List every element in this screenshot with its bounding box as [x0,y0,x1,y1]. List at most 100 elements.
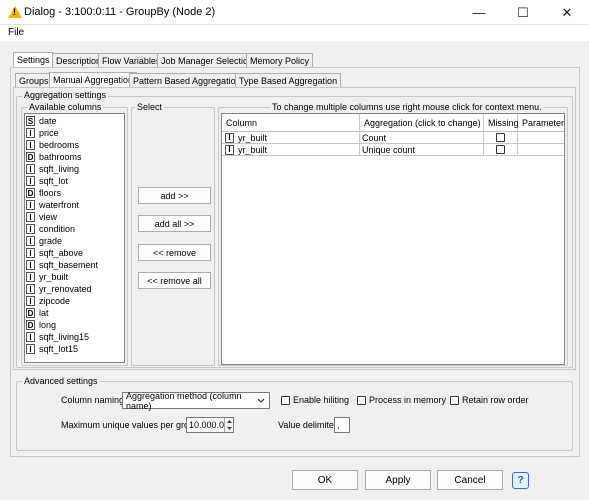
column-list-item[interactable]: Isqft_lot15 [25,343,124,355]
table-row[interactable]: I yr_built Unique count [222,144,564,156]
warning-icon [8,6,22,18]
column-list-item[interactable]: Dbathrooms [25,151,124,163]
maximize-button[interactable]: ☐ [501,0,545,25]
title-bar: Dialog - 3:100:0:11 - GroupBy (Node 2) —… [0,0,589,25]
tab-groups[interactable]: Groups [15,73,53,87]
tab-settings[interactable]: Settings [13,52,54,68]
column-list-item[interactable]: Isqft_living15 [25,331,124,343]
column-list-item[interactable]: Iprice [25,127,124,139]
column-list-item[interactable]: Sdate [25,115,124,127]
integer-type-icon: I [225,144,234,155]
column-list-item-label: grade [39,236,63,246]
tab-memory-policy[interactable]: Memory Policy [246,53,314,67]
header-parameter[interactable]: Parameter [518,114,564,132]
column-list-item[interactable]: Iyr_renovated [25,283,124,295]
close-button[interactable]: ✕ [545,0,589,25]
double-type-icon: D [26,188,35,198]
tab-flow-variables[interactable]: Flow Variables [98,53,165,67]
add-button[interactable]: add >> [138,187,211,204]
column-list-item[interactable]: Icondition [25,223,124,235]
remove-button[interactable]: << remove [138,244,211,261]
value-delimiter-label: Value delimiter [278,420,337,430]
header-aggregation[interactable]: Aggregation (click to change) [360,114,484,132]
column-naming-select[interactable]: Aggregation method (column name) [122,390,270,411]
column-list-item[interactable]: Isqft_above [25,247,124,259]
column-list-item[interactable]: Ibedrooms [25,139,124,151]
column-list-item[interactable]: Iview [25,211,124,223]
remove-all-button[interactable]: << remove all [138,272,211,289]
column-list-item[interactable]: Isqft_lot [25,175,124,187]
window-title: Dialog - 3:100:0:11 - GroupBy (Node 2) [24,6,216,18]
retain-row-order-label[interactable]: Retain row order [462,395,529,405]
cell-parameter[interactable] [518,132,564,143]
tab-job-manager-selection[interactable]: Job Manager Selection [157,53,258,67]
column-list-item-label: yr_renovated [39,284,92,294]
retain-row-order-checkbox[interactable] [450,396,459,405]
integer-type-icon: I [26,272,35,282]
available-columns-list[interactable]: Sdate Iprice Ibedrooms Dbathrooms Isqft_livi… [24,113,125,363]
column-naming-value: Aggregation method (column name) [126,390,242,411]
cell-missing [484,132,518,143]
column-naming-label: Column naming: [61,395,127,405]
cancel-button[interactable]: Cancel [437,470,503,490]
add-all-button[interactable]: add all >> [138,215,211,232]
value-delimiter-input[interactable]: , [334,417,350,433]
table-row[interactable]: I yr_built Count [222,132,564,144]
minimize-button[interactable]: — [457,0,501,25]
column-list-item-label: floors [39,188,62,198]
column-list-item[interactable]: Dfloors [25,187,124,199]
max-unique-values-label: Maximum unique values per group [61,420,200,430]
apply-button[interactable]: Apply [365,470,431,490]
column-list-item[interactable]: Dlong [25,319,124,331]
cell-column-name: yr_built [238,144,268,155]
missing-checkbox[interactable] [496,133,505,142]
context-menu-hint: To change multiple columns use right mou… [270,102,544,112]
enable-hiliting-label[interactable]: Enable hiliting [293,395,349,405]
column-list-item[interactable]: Iyr_built [25,271,124,283]
column-list-item-label: bedrooms [39,140,80,150]
max-unique-values-spinner[interactable]: 10.000.0 [186,417,234,433]
select-group [131,107,215,366]
column-list-item-label: date [39,116,57,126]
cell-parameter[interactable] [518,144,564,155]
help-icon[interactable]: ? [512,472,529,489]
integer-type-icon: I [26,260,35,270]
menu-file[interactable]: File [8,27,24,38]
ok-button[interactable]: OK [292,470,358,490]
column-list-item[interactable]: Iwaterfront [25,199,124,211]
advanced-settings-title: Advanced settings [22,376,100,386]
header-column[interactable]: Column [222,114,360,132]
process-in-memory-checkbox[interactable] [357,396,366,405]
cell-aggregation[interactable]: Unique count [360,144,484,155]
tab-type-based-aggregation[interactable]: Type Based Aggregation [235,73,342,87]
process-in-memory-label[interactable]: Process in memory [369,395,446,405]
select-title: Select [135,102,165,112]
integer-type-icon: I [26,200,35,210]
missing-checkbox[interactable] [496,145,505,154]
header-missing[interactable]: Missing [484,114,519,132]
column-list-item[interactable]: Igrade [25,235,124,247]
enable-hiliting-checkbox[interactable] [281,396,290,405]
cell-column: I yr_built [222,144,360,155]
column-list-item[interactable]: Izipcode [25,295,124,307]
column-list-item-label: sqft_living15 [39,332,90,342]
integer-type-icon: I [26,248,35,258]
spinner-arrows-icon[interactable] [224,418,233,432]
column-list-item-label: sqft_basement [39,260,99,270]
cell-aggregation[interactable]: Count [360,132,484,143]
column-list-item-label: sqft_living [39,164,80,174]
integer-type-icon: I [26,332,35,342]
menu-bar: File [0,25,589,41]
aggregation-table[interactable]: Column Aggregation (click to change) Mis… [221,113,565,365]
tab-pattern-based-aggregation[interactable]: Pattern Based Aggregation [129,73,245,87]
column-list-item[interactable]: Dlat [25,307,124,319]
column-list-item[interactable]: Isqft_basement [25,259,124,271]
integer-type-icon: I [26,176,35,186]
string-type-icon: S [26,116,35,126]
column-list-item-label: condition [39,224,76,234]
column-list-item[interactable]: Isqft_living [25,163,124,175]
integer-type-icon: I [26,224,35,234]
tab-manual-aggregation[interactable]: Manual Aggregation [49,72,138,88]
cell-missing [484,144,518,155]
aggregation-settings-title: Aggregation settings [22,90,109,100]
